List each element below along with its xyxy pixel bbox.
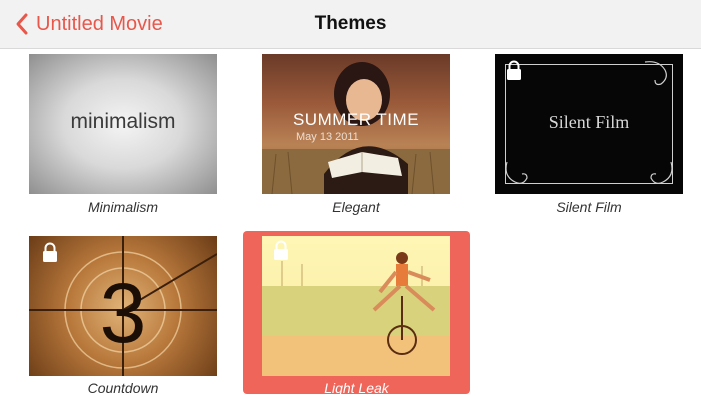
theme-name: Silent Film [556, 199, 622, 215]
thumbnail-text: Silent Film [548, 112, 630, 132]
theme-thumbnail [262, 236, 450, 376]
cyclist-photo [262, 236, 450, 376]
theme-thumbnail: Silent Film [495, 54, 683, 194]
theme-thumbnail: SUMMER TIME May 13 2011 [262, 54, 450, 194]
lock-icon [507, 60, 521, 80]
page-title: Themes [314, 13, 387, 34]
countdown-number: 3 [100, 266, 147, 360]
theme-thumbnail: minimalism [29, 54, 217, 194]
theme-name: Elegant [332, 199, 380, 215]
theme-tile-light-leak[interactable]: Light Leak [243, 231, 470, 396]
theme-name: Minimalism [88, 199, 158, 215]
theme-tile-elegant[interactable]: SUMMER TIME May 13 2011 Elegant [262, 54, 450, 215]
lock-icon [274, 240, 288, 260]
thumbnail-text: minimalism [70, 110, 176, 133]
thumbnail-title: SUMMER TIME [292, 110, 420, 129]
thumbnail-date: May 13 2011 [296, 131, 359, 143]
navigation-bar: Untitled Movie Themes [0, 0, 701, 49]
theme-tile-countdown[interactable]: 3 Countdown [29, 236, 217, 396]
theme-thumbnail: 3 [29, 236, 217, 376]
theme-tile-silent-film[interactable]: Silent Film Silent Film [495, 54, 683, 215]
theme-tile-minimalism[interactable]: minimalism Minimalism [29, 54, 217, 215]
lock-icon [43, 242, 57, 262]
